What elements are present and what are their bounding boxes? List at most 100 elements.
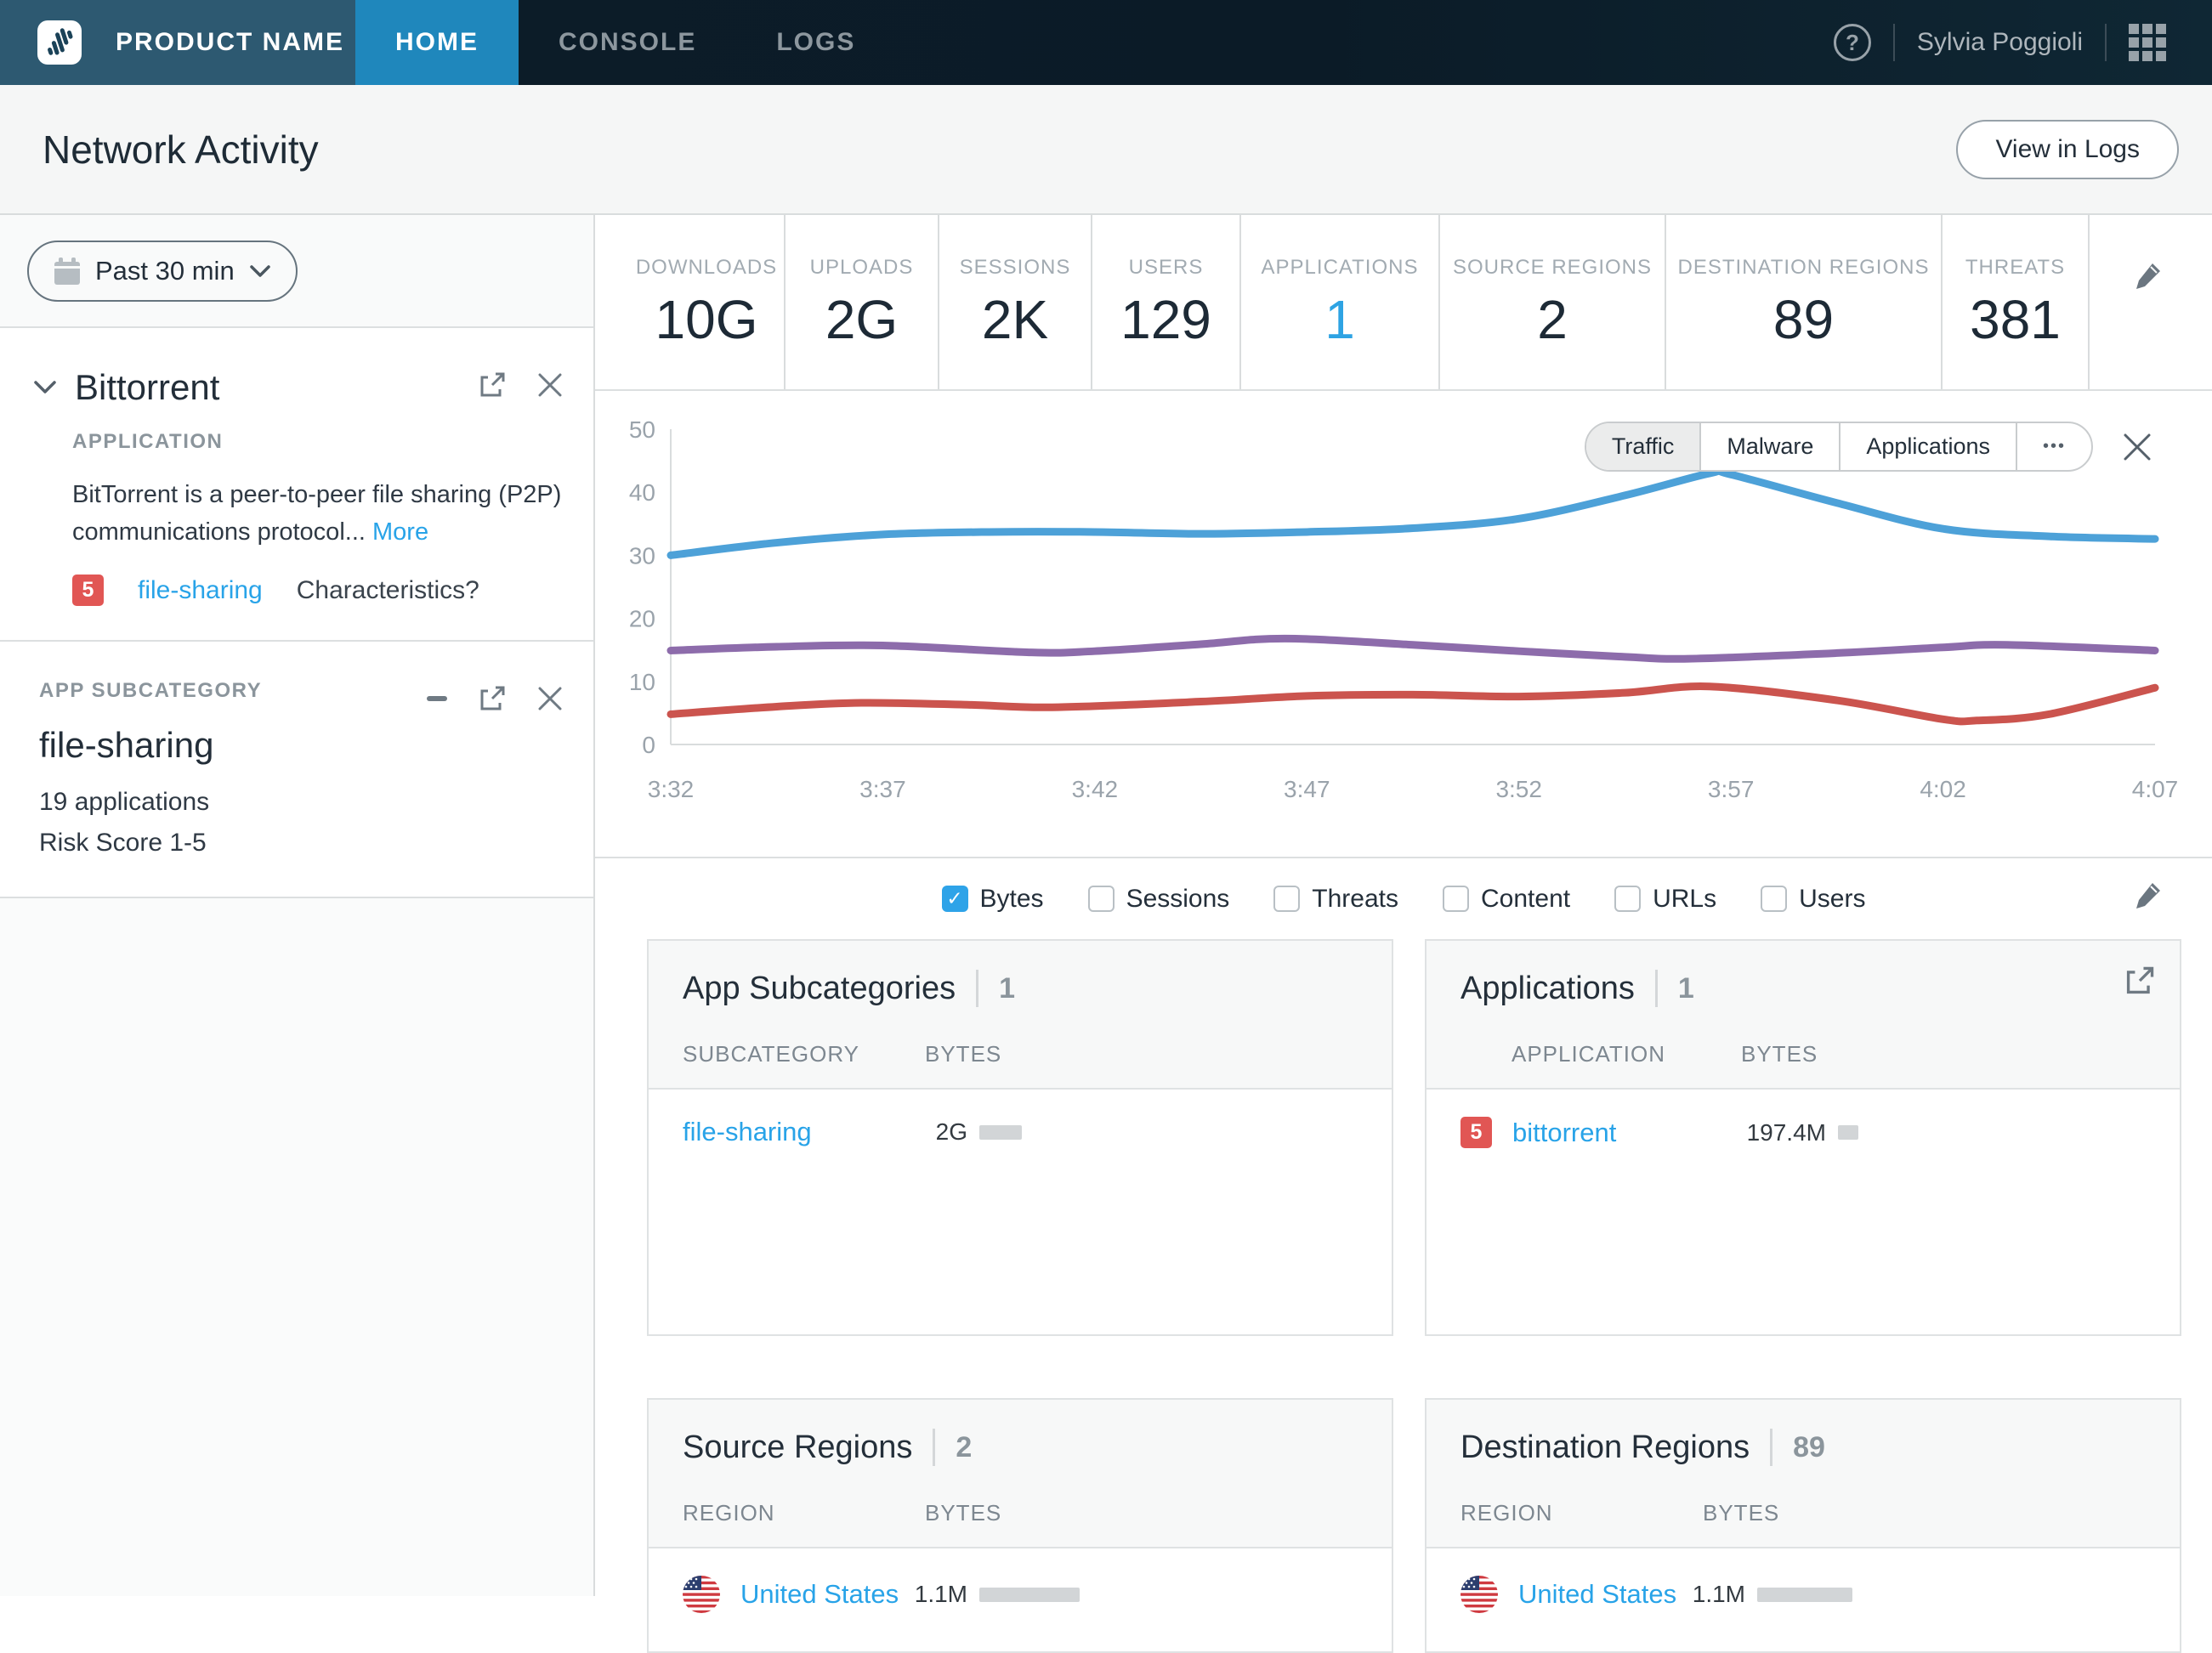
popout-icon[interactable]	[2124, 965, 2156, 997]
subcategory-card: APP SUBCATEGORY file-sharing 19 applicat…	[0, 642, 593, 898]
y-tick-label: 20	[629, 606, 655, 632]
subcategory-link[interactable]: file-sharing	[138, 576, 263, 605]
application-type-label: APPLICATION	[72, 430, 563, 454]
edit-stats-pencil-icon[interactable]	[2134, 261, 2163, 290]
nav-tab-logs[interactable]: LOGS	[736, 0, 895, 85]
summary-stats-row: DOWNLOADS10GUPLOADS2GSESSIONS2KUSERS129A…	[595, 215, 2212, 391]
filter-checkbox-sessions[interactable]: Sessions	[1088, 885, 1230, 914]
column-header[interactable]: BYTES	[1741, 1041, 1818, 1067]
checkbox-unchecked-icon[interactable]	[1614, 886, 1641, 912]
filter-checkbox-users[interactable]: Users	[1761, 885, 1865, 914]
chart-tab-traffic[interactable]: Traffic	[1586, 423, 1702, 470]
filter-checkbox-threats[interactable]: Threats	[1273, 885, 1398, 914]
minimize-icon[interactable]	[427, 696, 447, 701]
x-tick-label: 3:47	[1284, 776, 1330, 802]
stat-source-regions: SOURCE REGIONS2	[1440, 215, 1666, 389]
column-header[interactable]: APPLICATION	[1512, 1041, 1741, 1067]
nav-tab-console[interactable]: CONSOLE	[519, 0, 736, 85]
chart-tab-more-icon[interactable]: •••	[2017, 423, 2091, 470]
column-header[interactable]: BYTES	[925, 1041, 1001, 1067]
panel-count: 89	[1770, 1429, 1825, 1466]
region-row-link[interactable]: United States	[740, 1579, 899, 1610]
collapse-chevron-icon[interactable]	[34, 381, 56, 394]
checkbox-unchecked-icon[interactable]	[1088, 886, 1115, 912]
table-row: file-sharing 2G	[649, 1090, 1392, 1147]
stat-downloads: DOWNLOADS10G	[629, 215, 786, 389]
close-icon[interactable]	[537, 372, 563, 398]
x-tick-label: 3:32	[648, 776, 695, 802]
panel-title: Destination Regions	[1460, 1429, 1750, 1466]
stat-label: SESSIONS	[960, 256, 1071, 280]
column-header[interactable]: REGION	[683, 1500, 925, 1526]
checkbox-unchecked-icon[interactable]	[1443, 886, 1469, 912]
panel-count: 1	[1655, 970, 1694, 1007]
edit-filters-pencil-icon[interactable]	[2134, 880, 2163, 909]
filter-checkbox-content[interactable]: Content	[1443, 885, 1570, 914]
chart-tab-malware[interactable]: Malware	[1701, 423, 1840, 470]
column-header[interactable]: BYTES	[1703, 1500, 1779, 1526]
checkbox-unchecked-icon[interactable]	[1761, 886, 1787, 912]
bytes-value: 2G	[908, 1118, 967, 1146]
series-traffic-red	[671, 687, 2155, 722]
table-row: United States 1.1M	[649, 1548, 1392, 1613]
stat-label: THREATS	[1965, 256, 2065, 280]
series-traffic-blue	[671, 471, 2155, 555]
nav-tab-home[interactable]: HOME	[355, 0, 519, 85]
sidebar: Past 30 min Bittorrent APPLICATION BitTo…	[0, 215, 595, 1596]
column-header[interactable]: BYTES	[925, 1500, 1001, 1526]
stat-label: SOURCE REGIONS	[1453, 256, 1652, 280]
filter-label: Threats	[1312, 885, 1398, 914]
subcategory-card-title: file-sharing	[39, 725, 563, 766]
stat-label: DOWNLOADS	[636, 256, 777, 280]
filter-label: Sessions	[1126, 885, 1230, 914]
chevron-down-icon	[250, 265, 270, 277]
stat-threats: THREATS381	[1943, 215, 2090, 389]
divider	[1893, 24, 1895, 61]
subcategory-risk-range: Risk Score 1-5	[39, 829, 563, 858]
timeline-chart-section: 010203040503:323:373:423:473:523:574:024…	[595, 391, 2212, 858]
user-name[interactable]: Sylvia Poggioli	[1917, 28, 2083, 57]
apps-grid-icon[interactable]	[2129, 24, 2166, 61]
column-header[interactable]: REGION	[1460, 1500, 1703, 1526]
view-in-logs-button[interactable]: View in Logs	[1956, 120, 2179, 179]
y-tick-label: 10	[629, 669, 655, 695]
stat-label: DESTINATION REGIONS	[1678, 256, 1930, 280]
application-row-link[interactable]: bittorrent	[1512, 1118, 1616, 1148]
y-tick-label: 40	[629, 479, 655, 506]
bytes-value: 1.1M	[1686, 1581, 1745, 1608]
panel-count: 1	[976, 970, 1015, 1007]
popout-icon[interactable]	[478, 684, 507, 713]
popout-icon[interactable]	[478, 371, 507, 399]
time-range-dropdown[interactable]: Past 30 min	[27, 241, 298, 302]
characteristics-link[interactable]: Characteristics?	[297, 576, 479, 605]
time-range-value: Past 30 min	[95, 256, 235, 286]
panel-title: App Subcategories	[683, 971, 956, 1007]
stat-users: USERS129	[1092, 215, 1241, 389]
x-tick-label: 3:42	[1072, 776, 1119, 802]
help-icon[interactable]: ?	[1834, 24, 1871, 61]
x-tick-label: 4:02	[1920, 776, 1966, 802]
checkbox-checked-icon[interactable]: ✓	[942, 886, 968, 912]
application-card-title: Bittorrent	[75, 367, 219, 408]
filter-label: Bytes	[980, 885, 1044, 914]
stat-value: 89	[1773, 288, 1834, 351]
checkbox-unchecked-icon[interactable]	[1273, 886, 1300, 912]
region-row-link[interactable]: United States	[1518, 1579, 1676, 1610]
application-description: BitTorrent is a peer-to-peer file sharin…	[72, 476, 582, 551]
filter-checkbox-bytes[interactable]: ✓ Bytes	[942, 885, 1044, 914]
column-header[interactable]: SUBCATEGORY	[683, 1041, 925, 1067]
calendar-icon	[54, 258, 80, 285]
close-icon[interactable]	[537, 686, 563, 711]
us-flag-icon	[683, 1576, 720, 1613]
filter-checkbox-urls[interactable]: URLs	[1614, 885, 1716, 914]
product-logo-icon	[37, 20, 82, 65]
chart-close-icon[interactable]	[2122, 432, 2152, 462]
subcategory-row-link[interactable]: file-sharing	[683, 1117, 812, 1147]
more-link[interactable]: More	[372, 518, 428, 546]
source-regions-panel: Source Regions 2 REGION BYTES	[647, 1398, 1393, 1653]
bytes-bar	[979, 1125, 1022, 1140]
brand-area: PRODUCT NAME	[0, 0, 355, 85]
x-tick-label: 3:57	[1708, 776, 1755, 802]
app-subcategories-panel: App Subcategories 1 SUBCATEGORY BYTES fi…	[647, 939, 1393, 1336]
chart-tab-applications[interactable]: Applications	[1840, 423, 2017, 470]
